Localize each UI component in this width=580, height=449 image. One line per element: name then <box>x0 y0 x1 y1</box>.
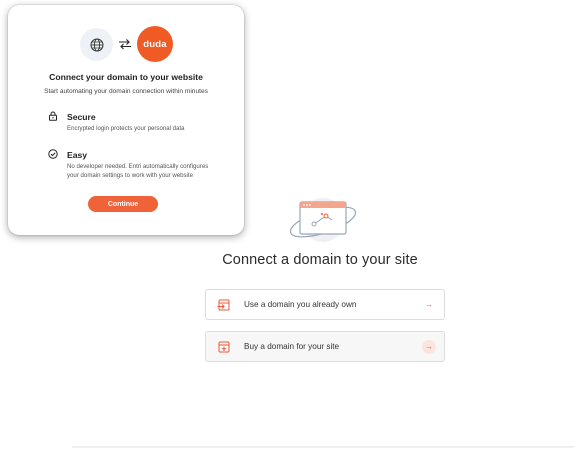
page-title: Connect a domain to your site <box>222 252 418 268</box>
domain-add-icon <box>218 341 230 352</box>
option-label: Buy a domain for your site <box>244 342 340 351</box>
duda-logo: duda <box>137 26 173 62</box>
globe-icon <box>80 28 113 61</box>
continue-button[interactable]: Continue <box>88 196 158 212</box>
modal-subtitle: Start automating your domain connection … <box>44 88 208 95</box>
feature-desc-easy-line2: your domain settings to work with your w… <box>67 172 193 179</box>
use-own-domain-option[interactable]: Use a domain you already own → <box>205 289 445 320</box>
arrow-right-icon: → <box>422 339 436 354</box>
modal-title: Connect your domain to your website <box>49 72 203 82</box>
check-circle-icon <box>48 149 58 159</box>
feature-desc-secure: Encrypted login protects your personal d… <box>67 125 185 132</box>
feature-title-easy: Easy <box>67 150 88 160</box>
arrow-right-icon: → <box>425 300 433 309</box>
option-label: Use a domain you already own <box>244 300 357 309</box>
domain-import-icon <box>217 299 230 310</box>
buy-domain-option[interactable]: Buy a domain for your site → <box>205 331 445 362</box>
browser-illustration-icon <box>289 198 357 242</box>
logo-row: duda <box>78 26 178 62</box>
entri-connect-modal: duda Connect your domain to your website… <box>8 5 244 235</box>
lock-icon <box>49 111 57 121</box>
swap-arrows-icon <box>119 39 131 50</box>
feature-title-secure: Secure <box>67 112 96 122</box>
